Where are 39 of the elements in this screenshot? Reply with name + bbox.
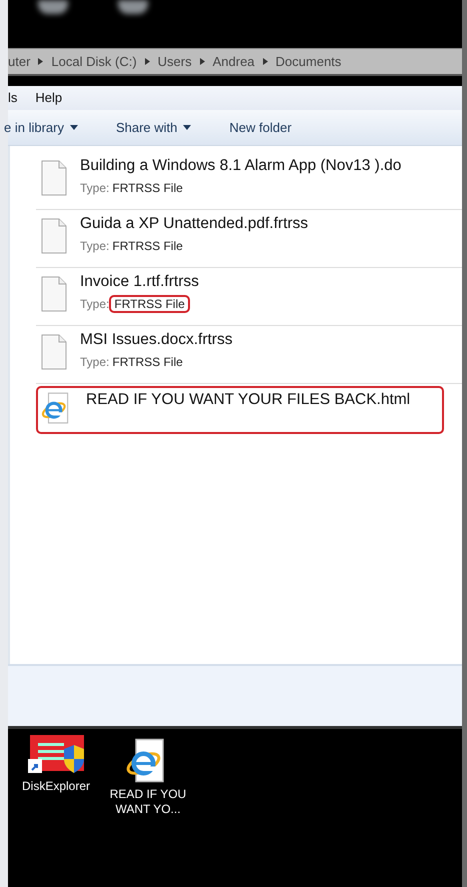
file-name: READ IF YOU WANT YOUR FILES BACK.html xyxy=(86,390,410,410)
desktop-icon-label[interactable]: DiskExplorer xyxy=(22,779,90,794)
chevron-icon xyxy=(144,58,150,65)
breadcrumb-item[interactable]: Documents xyxy=(276,52,342,72)
breadcrumb-item[interactable]: Local Disk (C:) xyxy=(51,52,137,72)
chevron-icon xyxy=(262,58,268,65)
desktop-icon xyxy=(118,0,148,14)
type-label: Type: xyxy=(80,297,110,311)
file-type: FRTRSS File xyxy=(109,295,190,313)
file-name: Invoice 1.rtf.frtrss xyxy=(80,272,199,292)
file-row[interactable]: Guida a XP Unattended.pdf.frtrss Type: FRTRSS File xyxy=(36,210,462,268)
menu-item[interactable]: Help xyxy=(35,88,62,108)
file-type: FRTRSS File xyxy=(111,355,184,369)
file-row[interactable]: READ IF YOU WANT YOUR FILES BACK.html xyxy=(36,386,444,434)
chevron-icon xyxy=(200,58,205,65)
type-label: Type: xyxy=(80,181,110,195)
type-label: Type: xyxy=(80,239,110,253)
toolbar-button[interactable]: e in library xyxy=(4,118,78,138)
app-shortcut-icon xyxy=(28,735,84,775)
chevron-icon xyxy=(38,58,44,65)
breadcrumb-item[interactable]: Andrea xyxy=(212,52,255,72)
file-row[interactable]: Building a Windows 8.1 Alarm App (Nov13 ).do Type: FRTRSS File xyxy=(36,152,462,210)
toolbar-button[interactable]: Share with xyxy=(116,118,192,138)
desktop-icon-label[interactable]: READ IF YOU WANT YO... xyxy=(108,787,188,817)
file-name: MSI Issues.docx.frtrss xyxy=(80,330,232,350)
caret-icon xyxy=(183,125,192,130)
file-type: FRTRSS File xyxy=(111,239,184,253)
breadcrumb-item[interactable]: uter xyxy=(8,52,30,72)
caret-icon xyxy=(70,125,78,130)
file-name: Building a Windows 8.1 Alarm App (Nov13 ).do xyxy=(80,156,402,176)
file-row[interactable]: MSI Issues.docx.frtrss Type: FRTRSS File xyxy=(36,326,462,384)
breadcrumb-item[interactable]: Users xyxy=(158,52,192,72)
menu-item[interactable]: ls xyxy=(8,88,18,108)
desktop-icon xyxy=(38,0,68,14)
file-type: FRTRSS File xyxy=(111,181,184,195)
type-label: Type: xyxy=(80,355,110,369)
toolbar-button[interactable]: New folder xyxy=(229,118,292,138)
file-name: Guida a XP Unattended.pdf.frtrss xyxy=(80,214,308,234)
file-row[interactable]: Invoice 1.rtf.frtrss Type: FRTRSS File xyxy=(36,268,462,326)
